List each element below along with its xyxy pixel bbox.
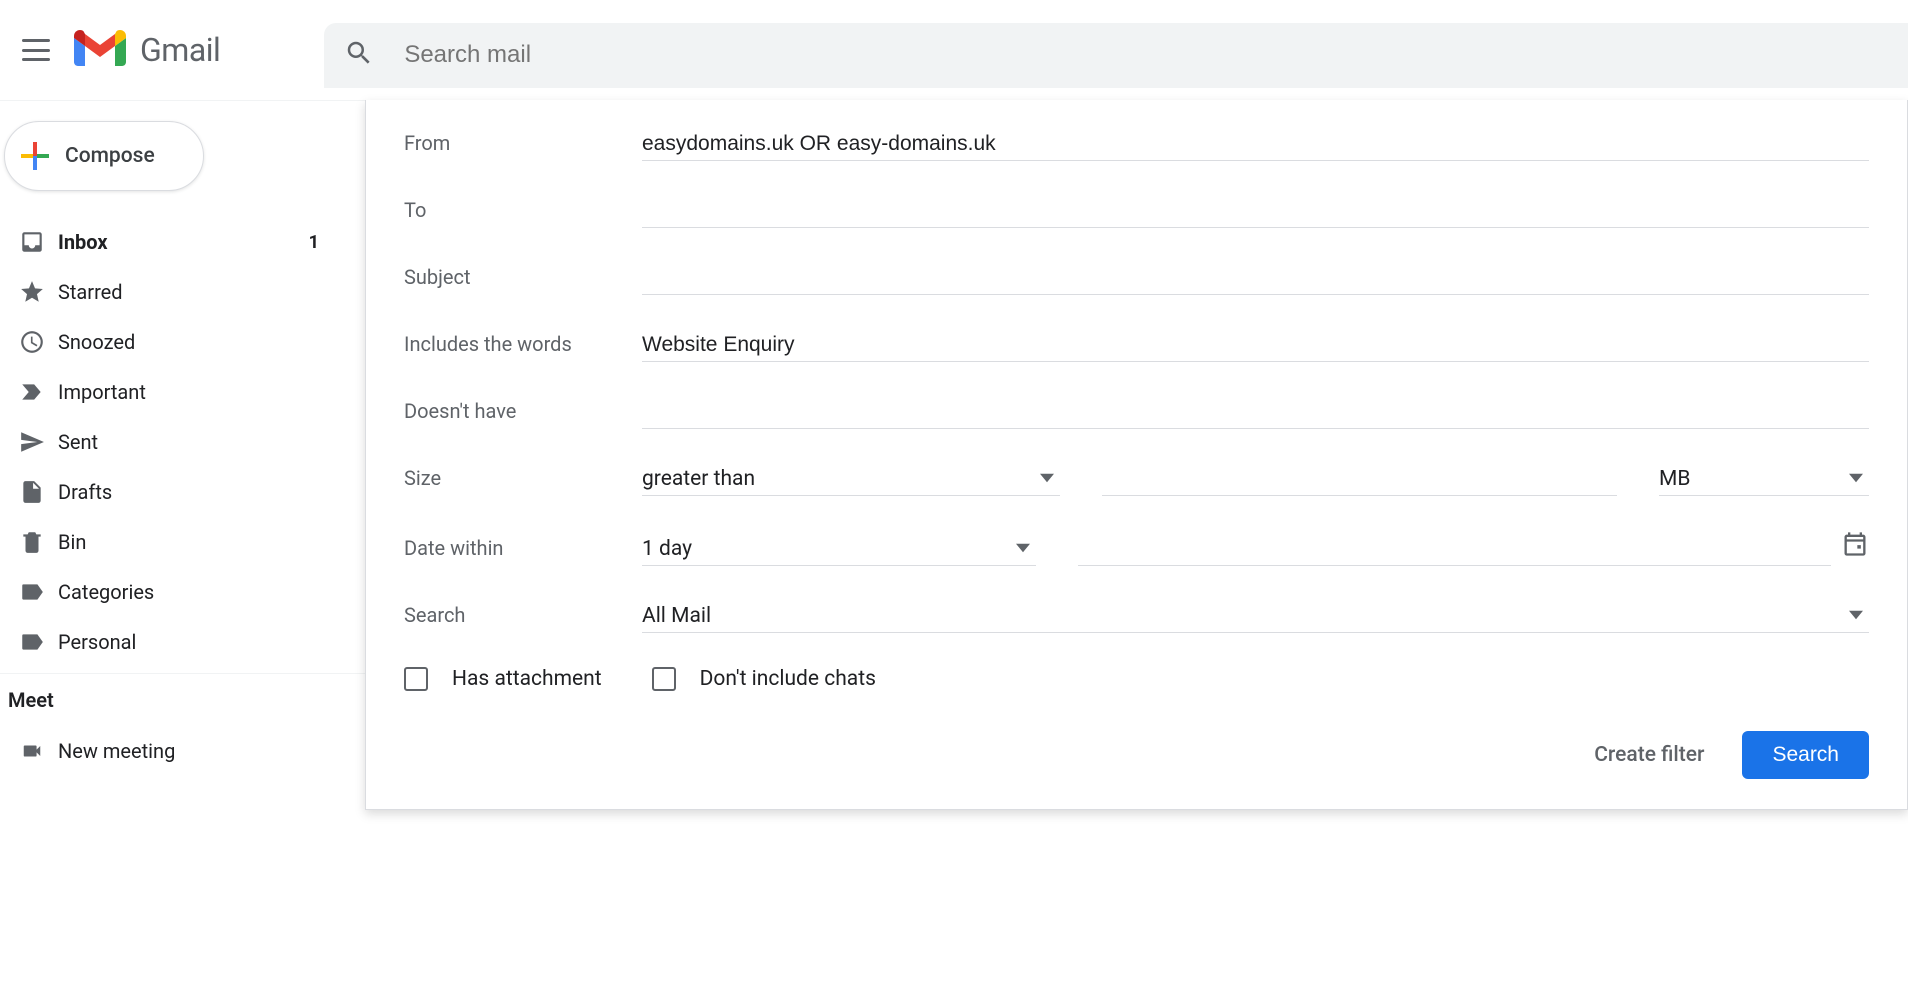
sidebar-item-count: 1 — [309, 232, 319, 253]
includes-label: Includes the words — [404, 332, 642, 362]
sidebar-item-personal[interactable]: Personal — [0, 617, 349, 667]
meet-section: Meet New meeting — [0, 674, 365, 774]
sidebar-item-snoozed[interactable]: Snoozed — [0, 317, 349, 367]
chevron-down-icon — [1849, 467, 1863, 491]
size-unit-value: MB — [1659, 467, 1690, 491]
subject-label: Subject — [404, 265, 642, 295]
date-value-input[interactable] — [1078, 533, 1831, 566]
plus-icon — [21, 142, 49, 170]
search-input[interactable] — [404, 41, 1908, 69]
size-value-input[interactable] — [1102, 463, 1617, 496]
date-range-select[interactable]: 1 day — [642, 533, 1036, 566]
dont-include-chats-label: Don't include chats — [700, 667, 876, 691]
star-icon — [6, 279, 58, 305]
content-area: From To Subject Includes the words Doesn… — [365, 100, 1908, 996]
sidebar-item-label: Starred — [58, 280, 123, 304]
search-scope-value: All Mail — [642, 604, 711, 628]
doesnt-have-label: Doesn't have — [404, 399, 642, 429]
clock-icon — [6, 329, 58, 355]
size-operator-value: greater than — [642, 467, 755, 491]
main: Compose Inbox 1 Starred Snoozed Important Sen… — [0, 100, 1908, 996]
video-icon — [6, 740, 58, 762]
important-icon — [6, 379, 58, 405]
sidebar-item-bin[interactable]: Bin — [0, 517, 349, 567]
sidebar-item-label: Personal — [58, 630, 136, 654]
sidebar-item-drafts[interactable]: Drafts — [0, 467, 349, 517]
chevron-down-icon — [1016, 537, 1030, 561]
send-icon — [6, 429, 58, 455]
draft-icon — [6, 479, 58, 505]
sidebar-item-label: Bin — [58, 530, 86, 554]
nav-list: Inbox 1 Starred Snoozed Important Sent Drafts B… — [0, 217, 365, 667]
label-icon — [6, 629, 58, 655]
inbox-icon — [6, 229, 58, 255]
has-attachment-label: Has attachment — [452, 667, 602, 691]
header: Gmail — [0, 0, 1908, 100]
sidebar-item-label: Categories — [58, 580, 154, 604]
search-icon[interactable] — [344, 38, 374, 72]
sidebar-item-label: Sent — [58, 430, 98, 454]
sidebar-item-label: Important — [58, 380, 146, 404]
to-label: To — [404, 198, 642, 228]
includes-input[interactable] — [642, 329, 1869, 362]
search-button[interactable]: Search — [1742, 731, 1869, 779]
chevron-down-icon — [1849, 604, 1863, 628]
search-scope-label: Search — [404, 603, 642, 633]
checkbox-icon — [652, 667, 676, 691]
subject-input[interactable] — [642, 262, 1869, 295]
sidebar-item-label: Drafts — [58, 480, 112, 504]
label-icon — [6, 579, 58, 605]
calendar-icon[interactable] — [1841, 530, 1869, 566]
dont-include-chats-checkbox[interactable]: Don't include chats — [652, 667, 876, 691]
meet-item-label: New meeting — [58, 739, 175, 763]
to-input[interactable] — [642, 195, 1869, 228]
compose-label: Compose — [65, 144, 155, 168]
gmail-m-icon — [74, 30, 126, 70]
compose-button[interactable]: Compose — [4, 121, 204, 191]
filter-panel: From To Subject Includes the words Doesn… — [365, 100, 1908, 810]
date-within-label: Date within — [404, 536, 642, 566]
search-bar[interactable] — [324, 23, 1908, 88]
checkbox-icon — [404, 667, 428, 691]
gmail-logo[interactable]: Gmail — [74, 30, 220, 70]
sidebar-item-categories[interactable]: Categories — [0, 567, 349, 617]
sidebar: Compose Inbox 1 Starred Snoozed Important Sen… — [0, 100, 365, 996]
product-name: Gmail — [140, 31, 220, 69]
size-label: Size — [404, 466, 642, 496]
sidebar-item-inbox[interactable]: Inbox 1 — [0, 217, 349, 267]
search-scope-select[interactable]: All Mail — [642, 600, 1869, 633]
sidebar-item-sent[interactable]: Sent — [0, 417, 349, 467]
hamburger-icon — [22, 39, 50, 61]
bin-icon — [6, 529, 58, 555]
main-menu-button[interactable] — [8, 22, 64, 78]
size-operator-select[interactable]: greater than — [642, 463, 1060, 496]
has-attachment-checkbox[interactable]: Has attachment — [404, 667, 602, 691]
from-input[interactable] — [642, 128, 1869, 161]
size-unit-select[interactable]: MB — [1659, 463, 1869, 496]
create-filter-button[interactable]: Create filter — [1594, 743, 1704, 767]
date-range-value: 1 day — [642, 537, 692, 561]
from-label: From — [404, 131, 642, 161]
meet-title: Meet — [8, 688, 365, 712]
sidebar-item-starred[interactable]: Starred — [0, 267, 349, 317]
doesnt-have-input[interactable] — [642, 396, 1869, 429]
sidebar-item-label: Snoozed — [58, 330, 135, 354]
chevron-down-icon — [1040, 467, 1054, 491]
meet-item-new-meeting[interactable]: New meeting — [6, 728, 365, 774]
sidebar-item-important[interactable]: Important — [0, 367, 349, 417]
sidebar-item-label: Inbox — [58, 230, 108, 254]
